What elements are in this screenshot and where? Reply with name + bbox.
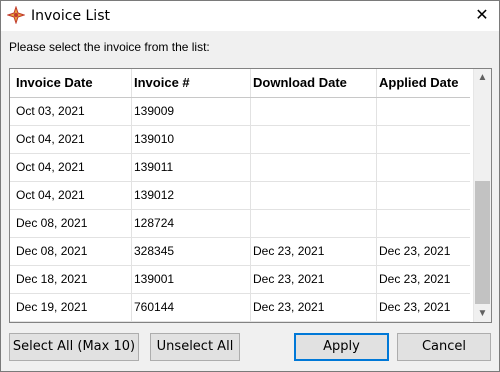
cell-invoice-date: Dec 08, 2021	[16, 216, 88, 230]
title-bar: Invoice List ✕	[1, 1, 499, 31]
table-row[interactable]: Dec 19, 2021 760144 Dec 23, 2021 Dec 23,…	[10, 294, 470, 322]
cell-invoice-date: Dec 08, 2021	[16, 244, 88, 258]
cell-invoice-number: 760144	[134, 300, 175, 314]
app-icon	[6, 5, 26, 25]
table-row[interactable]: Oct 04, 2021 139010	[10, 126, 470, 154]
invoice-list-dialog: Invoice List ✕ Please select the invoice…	[0, 0, 500, 372]
cell-download-date: Dec 23, 2021	[253, 300, 325, 314]
column-header-download-date[interactable]: Download Date	[253, 75, 347, 90]
cell-invoice-number: 139001	[134, 272, 175, 286]
cell-invoice-date: Oct 04, 2021	[16, 160, 85, 174]
select-all-button[interactable]: Select All (Max 10)	[9, 333, 139, 361]
table-row[interactable]: Dec 08, 2021 128724	[10, 210, 470, 238]
cell-applied-date: Dec 23, 2021	[379, 244, 451, 258]
cell-invoice-number: 139010	[134, 132, 175, 146]
cell-download-date: Dec 23, 2021	[253, 272, 325, 286]
cell-invoice-date: Dec 19, 2021	[16, 300, 88, 314]
scroll-down-arrow-icon[interactable]: ▼	[474, 305, 491, 322]
cell-applied-date: Dec 23, 2021	[379, 300, 451, 314]
scroll-up-arrow-icon[interactable]: ▲	[474, 69, 491, 86]
scroll-thumb[interactable]	[475, 181, 490, 304]
cell-invoice-number: 139009	[134, 104, 175, 118]
invoice-grid[interactable]: Invoice Date Invoice # Download Date App…	[9, 68, 492, 323]
window-title: Invoice List	[31, 8, 110, 24]
cell-invoice-number: 328345	[134, 244, 175, 258]
instruction-label: Please select the invoice from the list:	[9, 40, 210, 54]
cell-invoice-number: 139012	[134, 188, 175, 202]
close-icon[interactable]: ✕	[467, 1, 497, 30]
cell-invoice-date: Oct 04, 2021	[16, 188, 85, 202]
cell-invoice-date: Oct 03, 2021	[16, 104, 85, 118]
cell-download-date: Dec 23, 2021	[253, 244, 325, 258]
cell-applied-date: Dec 23, 2021	[379, 272, 451, 286]
table-row[interactable]: Oct 04, 2021 139011	[10, 154, 470, 182]
column-header-applied-date[interactable]: Applied Date	[379, 75, 458, 90]
vertical-scrollbar[interactable]: ▲ ▼	[473, 69, 491, 322]
cancel-button[interactable]: Cancel	[397, 333, 491, 361]
grid-header: Invoice Date Invoice # Download Date App…	[10, 69, 470, 98]
cell-invoice-number: 128724	[134, 216, 175, 230]
table-row[interactable]: Dec 08, 2021 328345 Dec 23, 2021 Dec 23,…	[10, 238, 470, 266]
table-row[interactable]: Oct 03, 2021 139009	[10, 98, 470, 126]
cell-invoice-number: 139011	[134, 160, 174, 174]
table-row[interactable]: Dec 18, 2021 139001 Dec 23, 2021 Dec 23,…	[10, 266, 470, 294]
cell-invoice-date: Dec 18, 2021	[16, 272, 88, 286]
unselect-all-button[interactable]: Unselect All	[150, 333, 240, 361]
apply-button[interactable]: Apply	[294, 333, 389, 361]
cell-invoice-date: Oct 04, 2021	[16, 132, 85, 146]
column-header-invoice-number[interactable]: Invoice #	[134, 75, 190, 90]
column-header-invoice-date[interactable]: Invoice Date	[16, 75, 93, 90]
table-row[interactable]: Oct 04, 2021 139012	[10, 182, 470, 210]
